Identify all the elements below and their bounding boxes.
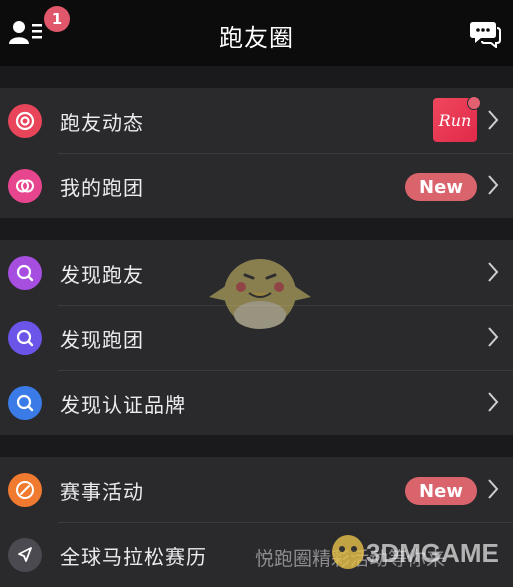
menu-item-label: 发现跑友 (60, 263, 144, 287)
page-title: 跑友圈 (219, 24, 294, 52)
linked-circles-icon (8, 169, 42, 203)
menu-item-label: 发现跑团 (60, 328, 144, 352)
chevron-right-icon (488, 479, 499, 499)
new-badge: New (405, 477, 477, 505)
svg-text:3DMGAME: 3DMGAME (366, 538, 499, 568)
menu-item-label: 发现认证品牌 (60, 393, 186, 417)
chevron-right-icon (488, 262, 499, 282)
mascot-watermark-icon (209, 259, 311, 329)
chat-bubbles-icon[interactable] (469, 18, 501, 50)
chevron-right-icon (488, 175, 499, 195)
location-arrow-icon (8, 538, 42, 572)
unread-dot (467, 96, 481, 110)
compass-icon (8, 473, 42, 507)
section-social: 跑友动态 Run 我的跑团 New (0, 88, 513, 218)
menu-item-events[interactable]: 赛事活动 New (0, 457, 513, 522)
3dmgame-logo-icon: 3DMGAME (332, 535, 499, 569)
search-icon (8, 256, 42, 290)
menu-item-discover-brands[interactable]: 发现认证品牌 (0, 370, 513, 435)
menu-item-label: 跑友动态 (60, 111, 144, 135)
search-icon (8, 386, 42, 420)
target-icon (8, 104, 42, 138)
menu-item-label: 全球马拉松赛历 (60, 545, 207, 569)
new-badge: New (405, 173, 477, 201)
chevron-right-icon (488, 110, 499, 130)
menu-item-label: 赛事活动 (60, 480, 144, 504)
search-icon (8, 321, 42, 355)
menu-item-my-club[interactable]: 我的跑团 New (0, 153, 513, 218)
chevron-right-icon (488, 327, 499, 347)
chevron-right-icon (488, 392, 499, 412)
menu-item-runner-feed[interactable]: 跑友动态 Run (0, 88, 513, 153)
menu-item-label: 我的跑团 (60, 176, 144, 200)
header-bar: 1 跑友圈 (0, 0, 513, 66)
